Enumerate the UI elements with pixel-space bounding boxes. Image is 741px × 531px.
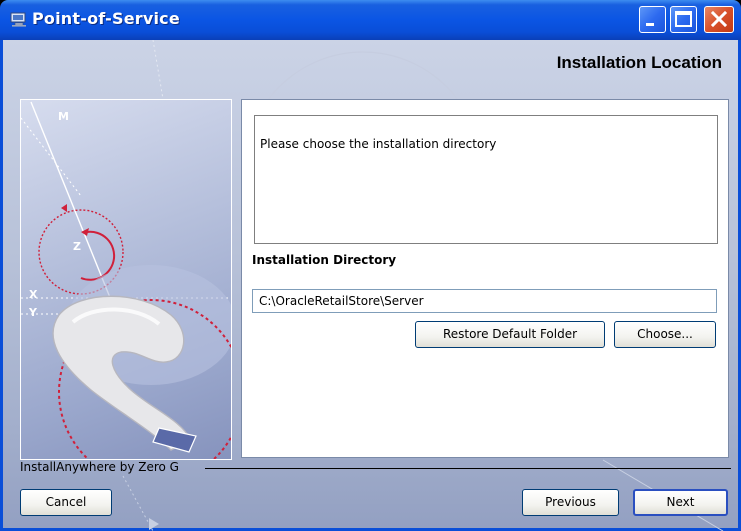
cancel-button[interactable]: Cancel bbox=[20, 489, 112, 516]
maximize-icon bbox=[675, 11, 692, 27]
close-icon bbox=[710, 10, 728, 28]
window-title: Point-of-Service bbox=[32, 9, 180, 28]
choose-button[interactable]: Choose... bbox=[614, 321, 716, 348]
vendor-separator: InstallAnywhere by Zero G bbox=[20, 460, 731, 476]
installer-window: Point-of-Service Installation Location M… bbox=[0, 0, 741, 531]
previous-button[interactable]: Previous bbox=[522, 489, 619, 516]
content-panel: Please choose the installation directory… bbox=[241, 99, 729, 458]
message-box: Please choose the installation directory bbox=[254, 115, 718, 244]
close-button[interactable] bbox=[704, 6, 734, 33]
separator-line bbox=[205, 468, 731, 469]
axis-letter-m: M bbox=[58, 110, 69, 123]
restore-default-button[interactable]: Restore Default Folder bbox=[415, 321, 605, 348]
directory-label: Installation Directory bbox=[252, 253, 397, 267]
step-title: Installation Location bbox=[556, 53, 722, 72]
minimize-button[interactable] bbox=[639, 6, 666, 33]
vendor-text: InstallAnywhere by Zero G bbox=[20, 460, 179, 474]
next-button[interactable]: Next bbox=[633, 489, 728, 516]
side-graphic bbox=[21, 101, 231, 459]
side-illustration: M Z X Y bbox=[20, 99, 232, 460]
title-bar[interactable]: Point-of-Service bbox=[0, 0, 741, 40]
minimize-icon bbox=[646, 23, 654, 26]
installer-body: Installation Location M Z X Y Please cho… bbox=[0, 40, 741, 531]
axis-letter-y: Y bbox=[29, 306, 37, 319]
instruction-text: Please choose the installation directory bbox=[260, 137, 497, 151]
maximize-button[interactable] bbox=[670, 6, 697, 33]
axis-letter-z: Z bbox=[73, 240, 81, 253]
directory-input[interactable] bbox=[252, 289, 717, 313]
computer-icon bbox=[10, 12, 26, 27]
axis-letter-x: X bbox=[29, 288, 38, 301]
